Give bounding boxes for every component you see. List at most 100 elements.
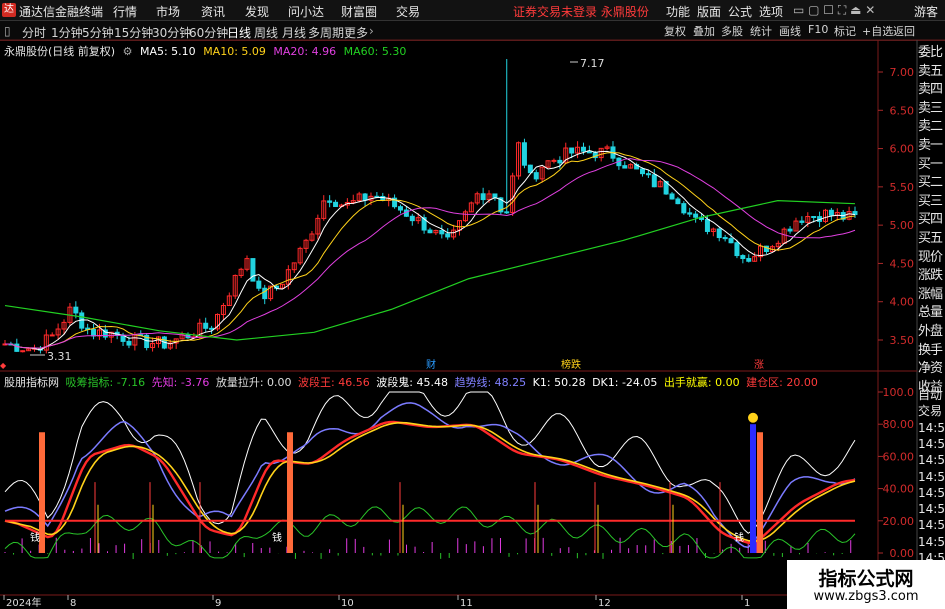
money-label: 钱	[30, 531, 40, 544]
candle-body	[445, 233, 451, 238]
candle-body	[811, 216, 817, 219]
signal-bar	[757, 432, 763, 553]
candle-body	[262, 287, 268, 300]
candle-body	[73, 306, 79, 314]
month-label: 9	[215, 598, 221, 609]
candle-body	[14, 343, 20, 352]
candle-body	[209, 327, 215, 330]
quote-row-17[interactable]: 净资	[918, 360, 945, 379]
event-marker: 涨	[754, 359, 764, 371]
quote-row-8[interactable]: 买三	[918, 193, 945, 212]
quote-row-9[interactable]: 买四	[918, 211, 945, 230]
ma5-line	[4, 149, 856, 351]
quote-row-2[interactable]: 卖四	[918, 81, 945, 100]
watermark: 指标公式网 www.zbgs3.com	[787, 560, 945, 609]
high-mark-label: 7.17	[580, 57, 605, 70]
trade-row-4[interactable]: 14:56	[918, 452, 945, 468]
candle-body	[397, 206, 403, 211]
price-tick-label: 6.00	[890, 143, 915, 156]
month-label: 2024年	[6, 596, 41, 609]
price-tick-label: 4.00	[890, 296, 915, 309]
ma60-label: MA60: 5.30	[343, 45, 407, 58]
quote-row-13[interactable]: 涨幅	[918, 286, 945, 305]
chart-info: 永鼎股份(日线 前复权) ⚙ MA5: 5.10 MA10: 5.09 MA20…	[4, 43, 410, 59]
quote-row-12[interactable]: 涨跌	[918, 267, 945, 286]
candle-body	[91, 328, 97, 337]
candle-body	[675, 198, 681, 205]
candle-body	[799, 220, 805, 223]
kline-chart[interactable]: 7.00 6.50 6.00 5.50 5.00 4.50 4.00 3.50 7.17 3.31…	[0, 0, 945, 609]
candle-body	[693, 213, 699, 218]
ind-tick-label: 40.00	[883, 483, 915, 496]
quote-row-5[interactable]: 卖一	[918, 137, 945, 156]
price-tick-label: 5.00	[890, 219, 915, 232]
quote-row-10[interactable]: 买五	[918, 230, 945, 249]
ind-value-7: DK1: -24.05	[592, 376, 658, 389]
watermark-url: www.zbgs3.com	[813, 589, 919, 604]
price-tick-label: 3.50	[890, 334, 915, 347]
candle-body	[480, 193, 486, 201]
ind-tick-label: 20.00	[883, 515, 915, 528]
trade-row-2[interactable]: 14:56	[918, 420, 945, 436]
quote-row-7[interactable]: 买二	[918, 174, 945, 193]
ma20-label: MA20: 4.96	[273, 45, 337, 58]
candle-body	[580, 146, 586, 152]
candle-body	[569, 147, 575, 154]
month-label: 8	[70, 598, 76, 609]
quote-row-11[interactable]: 现价	[918, 249, 945, 268]
quote-row-0[interactable]: 委比	[918, 44, 945, 63]
candle-body	[49, 334, 55, 337]
trade-row-1[interactable]: 交易	[918, 403, 945, 419]
ind-value-1: 先知: -3.76	[151, 376, 210, 389]
candle-body	[681, 203, 687, 214]
ind-tick-label: 100.0	[883, 386, 915, 399]
wave-king-line	[4, 420, 856, 544]
quote-row-16[interactable]: 换手	[918, 342, 945, 361]
quote-row-15[interactable]: 外盘	[918, 323, 945, 342]
candle-body	[787, 228, 793, 232]
price-tick-label: 7.00	[890, 66, 915, 79]
candle-body	[20, 350, 26, 353]
candle-body	[521, 142, 527, 166]
ma5-label: MA5: 5.10	[139, 45, 196, 58]
quote-row-4[interactable]: 卖二	[918, 118, 945, 137]
signal-bar	[287, 432, 293, 553]
event-marker: ◆	[0, 361, 7, 370]
ind-value-5: 趋势线: 48.25	[454, 376, 527, 389]
ind-tick-label: 80.00	[883, 418, 915, 431]
quote-row-1[interactable]: 卖五	[918, 63, 945, 82]
trade-row-8[interactable]: 14:56	[918, 517, 945, 533]
ind-value-2: 放量拉升: 0.00	[215, 376, 292, 389]
ma10-label: MA10: 5.09	[203, 45, 266, 58]
trade-row-0[interactable]: 自动	[918, 387, 945, 403]
ind-value-3: 波段王: 46.56	[298, 376, 370, 389]
trend-line	[4, 402, 856, 549]
price-tick-label: 4.50	[890, 257, 915, 270]
candle-body	[327, 200, 333, 203]
trade-row-9[interactable]: 14:56	[918, 534, 945, 550]
ind-tick-label: 60.00	[883, 450, 915, 463]
candle-body	[551, 159, 557, 162]
quote-row-6[interactable]: 买一	[918, 156, 945, 175]
candle-body	[740, 255, 746, 260]
trade-row-7[interactable]: 14:56	[918, 501, 945, 517]
candle-body	[333, 201, 339, 207]
quote-row-3[interactable]: 卖三	[918, 100, 945, 119]
ind-value-0: 吸筹指标: -7.16	[65, 376, 146, 389]
candle-body	[622, 165, 628, 169]
quote-row-14[interactable]: 总量	[918, 304, 945, 323]
candle-body	[126, 340, 132, 346]
trade-row-3[interactable]: 14:56	[918, 436, 945, 452]
gear-icon[interactable]: ⚙	[123, 45, 133, 58]
candle-body	[704, 218, 710, 232]
ind-value-8: 出手就赢: 0.00	[663, 376, 740, 389]
k1-line	[4, 391, 856, 534]
indicator-title: 股朋指标网	[4, 376, 59, 389]
candle-body	[728, 238, 734, 244]
money-label: 钱	[734, 531, 744, 544]
trade-row-5[interactable]: 14:56	[918, 469, 945, 485]
event-marker: 榜跌	[561, 358, 581, 371]
ind-tick-label: 0.00	[890, 547, 915, 560]
trade-row-6[interactable]: 14:56	[918, 485, 945, 501]
month-label: 1	[744, 598, 750, 609]
